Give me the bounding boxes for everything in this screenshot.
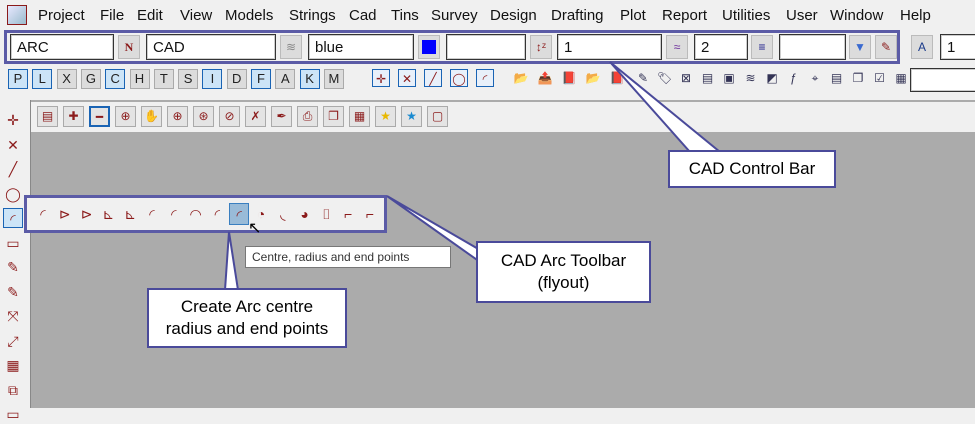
callout-line: Create Arc centre (180, 297, 314, 316)
arc-toolbar-pointer (386, 195, 481, 264)
callout-create-arc: Create Arc centre radius and end points (147, 288, 347, 348)
create-arc-pointer (223, 231, 240, 291)
callout-line: radius and end points (165, 319, 329, 338)
callout-line: (flyout) (537, 273, 590, 292)
callout-cad-control-bar: CAD Control Bar (668, 150, 836, 188)
callout-line: CAD Arc Toolbar (500, 251, 627, 270)
control-bar-pointer (609, 61, 723, 153)
callout-cad-arc-toolbar: CAD Arc Toolbar (flyout) (476, 241, 651, 303)
